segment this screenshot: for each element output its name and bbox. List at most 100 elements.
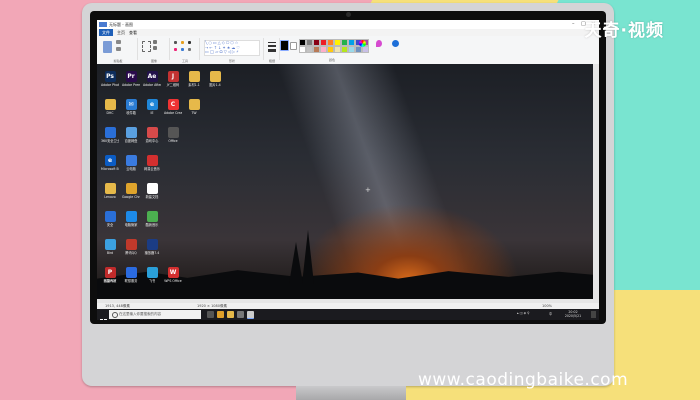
- desktop-icon-folder3[interactable]: DHC: [101, 99, 119, 115]
- desktop-icon-folder5[interactable]: Lenovo: [101, 183, 119, 199]
- text-icon[interactable]: [188, 41, 191, 44]
- desktop-icon-player[interactable]: 播放器7.4: [143, 239, 161, 255]
- tab-file[interactable]: 文件: [99, 29, 113, 36]
- desktop-icon-label: 迅捷PDF: [103, 279, 117, 283]
- desktop-icon-folder4[interactable]: TW: [185, 99, 203, 115]
- monitor-icon: [104, 127, 116, 138]
- desktop-icon-pdf[interactable]: P 迅捷PDF: [101, 267, 119, 283]
- swatch[interactable]: [341, 46, 348, 53]
- desktop-icon-label: 联想服务: [124, 279, 138, 283]
- swatch[interactable]: [334, 46, 341, 53]
- desktop-icon-mail[interactable]: ✉ 收件箱: [122, 99, 140, 115]
- copy-icon[interactable]: [116, 47, 121, 51]
- group-label-clipboard: 剪贴板: [113, 59, 123, 63]
- desktop-icon-label: 酷我音乐: [145, 223, 159, 227]
- desktop-icon-label: DHC: [106, 111, 114, 115]
- kuaijian-icon: J: [167, 71, 179, 82]
- swatch[interactable]: [341, 39, 348, 46]
- desktop-icon-office[interactable]: Office: [164, 127, 182, 143]
- desktop-icon-label: Lenovo: [104, 195, 116, 199]
- swatch[interactable]: [327, 46, 334, 53]
- shapes-gallery[interactable]: ╲○▭△◇⬠⬡☆ →←↑↓✦★☁♡ ▭◯▱⬭▽◁▷⚡: [204, 40, 260, 56]
- info-icon[interactable]: [392, 40, 399, 47]
- watermark-bottom: www.caodingbaike.com: [418, 370, 629, 390]
- desktop-icon-netease[interactable]: 网易云音乐: [143, 155, 161, 171]
- taskbar-search-box[interactable]: 在这里输入你要搜索的内容: [109, 310, 201, 319]
- eraser-icon[interactable]: [174, 48, 177, 51]
- desktop-icon-pr[interactable]: PrAdobe Premiere P...: [122, 71, 140, 87]
- swatch[interactable]: [313, 46, 320, 53]
- swatch[interactable]: [327, 39, 334, 46]
- desktop-icon-netdisk[interactable]: 云电脑: [122, 155, 140, 171]
- minimize-icon[interactable]: –: [572, 21, 575, 27]
- quick-access-icon[interactable]: [99, 22, 107, 27]
- lang-indicator[interactable]: 中: [549, 312, 552, 316]
- swatch[interactable]: [334, 39, 341, 46]
- desktop-icon-clover[interactable]: 酷我音乐: [143, 211, 161, 227]
- swatch[interactable]: [313, 39, 320, 46]
- desktop-icon-manager[interactable]: 电脑管家: [122, 211, 140, 227]
- swatch[interactable]: [320, 39, 327, 46]
- color2-box[interactable]: [290, 42, 297, 50]
- fill-icon[interactable]: [181, 41, 184, 44]
- color1-box[interactable]: [280, 40, 289, 51]
- paint-taskbar-icon[interactable]: [247, 311, 254, 319]
- swatch[interactable]: [299, 39, 306, 46]
- desktop-icon-feishu[interactable]: 飞书: [143, 267, 161, 283]
- desktop-icon-wps[interactable]: W WPS Office: [164, 267, 182, 283]
- select-icon[interactable]: [142, 41, 151, 52]
- desktop-icon-creative[interactable]: CAdobe Creati...: [164, 99, 182, 115]
- explorer-taskbar-icon[interactable]: [227, 311, 234, 318]
- desktop-icon-bird[interactable]: Bird: [101, 239, 119, 255]
- app-taskbar-icon[interactable]: [237, 311, 244, 318]
- creative-icon: C: [167, 99, 179, 110]
- cut-icon[interactable]: [116, 40, 121, 44]
- crop-icon[interactable]: [153, 40, 157, 44]
- desktop-icon-monitor[interactable]: 360安全卫士: [101, 127, 119, 143]
- edge-icon: e: [104, 155, 116, 166]
- swatch[interactable]: [348, 46, 355, 53]
- desktop-icon-shield[interactable]: 安全: [101, 211, 119, 227]
- desktop-icon-label: JY二维码: [166, 83, 180, 87]
- vertical-scrollbar[interactable]: [593, 64, 599, 299]
- swatch[interactable]: [355, 46, 362, 53]
- desktop-icon-ae[interactable]: AeAdobe After Effects CC ...: [143, 71, 161, 87]
- desktop-icon-chrome[interactable]: Google Chrome: [122, 183, 140, 199]
- swatch[interactable]: [306, 46, 313, 53]
- desktop-icon-label: 360安全卫士: [101, 139, 119, 143]
- desktop-icon-folder2[interactable]: 图片1.4: [206, 71, 224, 87]
- monitor-stand: [296, 386, 406, 400]
- desktop-icon-lenovo-app[interactable]: 联想服务: [122, 267, 140, 283]
- desktop-icon-gamepad[interactable]: 游戏中心: [143, 127, 161, 143]
- desktop-icon-wheel[interactable]: 百度网盘: [122, 127, 140, 143]
- picker-icon[interactable]: [181, 48, 184, 51]
- desktop-icon-edge[interactable]: eMicrosoft Edge: [101, 155, 119, 171]
- desktop-icon-folder1[interactable]: 素材1.1: [185, 71, 203, 87]
- paint3d-icon[interactable]: [376, 40, 382, 47]
- task-view-icon[interactable]: [207, 311, 214, 318]
- desktop-icon-people[interactable]: 腾讯QQ: [122, 239, 140, 255]
- desktop-icon-ie[interactable]: e IE: [143, 99, 161, 115]
- tray-icons[interactable]: ▴ ◫ ◈ ⚲: [517, 311, 529, 315]
- windows-start-icon[interactable]: [100, 311, 107, 320]
- pencil-icon[interactable]: [174, 41, 177, 44]
- chrome-taskbar-icon[interactable]: [217, 311, 224, 318]
- resize-icon[interactable]: [153, 46, 157, 50]
- swatch[interactable]: [320, 46, 327, 53]
- swatch[interactable]: [348, 39, 355, 46]
- desktop-icon-doc[interactable]: 新建文档: [143, 183, 161, 199]
- edit-colors-icon[interactable]: [359, 40, 366, 47]
- swatch[interactable]: [306, 39, 313, 46]
- desktop-icon-label: 播放器7.4: [144, 251, 160, 255]
- desktop-icon-kuaijian[interactable]: J JY二维码: [164, 71, 182, 87]
- clock[interactable]: 20:02 2020/5/21: [559, 310, 587, 318]
- notification-icon[interactable]: [591, 311, 596, 318]
- swatch[interactable]: [362, 46, 369, 53]
- swatch[interactable]: [299, 46, 306, 53]
- paste-icon[interactable]: [103, 41, 112, 53]
- folder1-icon: [188, 71, 200, 82]
- desktop-icon-label: TW: [191, 111, 197, 115]
- magnifier-icon[interactable]: [188, 48, 191, 51]
- desktop-icon-ps[interactable]: PsAdobe Photoshop CC 2019: [101, 71, 119, 87]
- ribbon: 剪贴板 图像 工具 ╲○▭△◇⬠⬡☆ →←↑↓✦★☁♡ ▭◯▱⬭▽◁▷⚡ 形状 粗细: [97, 36, 599, 65]
